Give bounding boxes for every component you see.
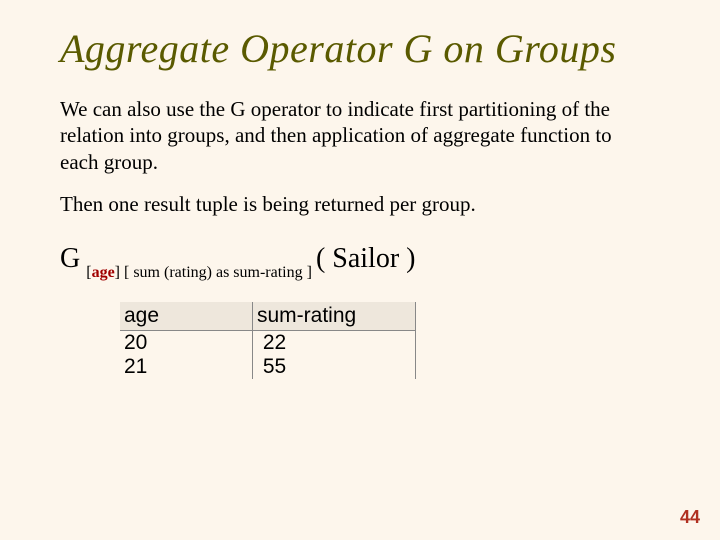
- table-row: 20 22: [120, 330, 416, 355]
- cell-age: 20: [120, 330, 253, 355]
- aggregate-spec: sum (rating) as sum-rating: [133, 264, 302, 281]
- bracket-open-2: [: [120, 264, 133, 281]
- cell-age: 21: [120, 355, 253, 379]
- col-header-sum-rating: sum-rating: [253, 302, 416, 331]
- relation-arg: ( Sailor ): [316, 243, 416, 274]
- paragraph-1: We can also use the G operator to indica…: [60, 96, 620, 175]
- col-header-age: age: [120, 302, 253, 331]
- operator-g: G: [60, 243, 80, 274]
- result-table: age sum-rating 20 22 21 55: [120, 302, 416, 379]
- group-key: age: [92, 264, 115, 281]
- subscript-group: [age] [ sum (rating) as sum-rating ]: [86, 264, 316, 281]
- bracket-close-2: ]: [303, 264, 312, 281]
- cell-sum: 55: [253, 355, 416, 379]
- page-number: 44: [680, 507, 700, 528]
- table-row: 21 55: [120, 355, 416, 379]
- table-header-row: age sum-rating: [120, 302, 416, 331]
- paragraph-2: Then one result tuple is being returned …: [60, 191, 620, 217]
- aggregate-expression: G [age] [ sum (rating) as sum-rating ] (…: [60, 243, 660, 278]
- slide-title: Aggregate Operator G on Groups: [60, 26, 660, 72]
- cell-sum: 22: [253, 330, 416, 355]
